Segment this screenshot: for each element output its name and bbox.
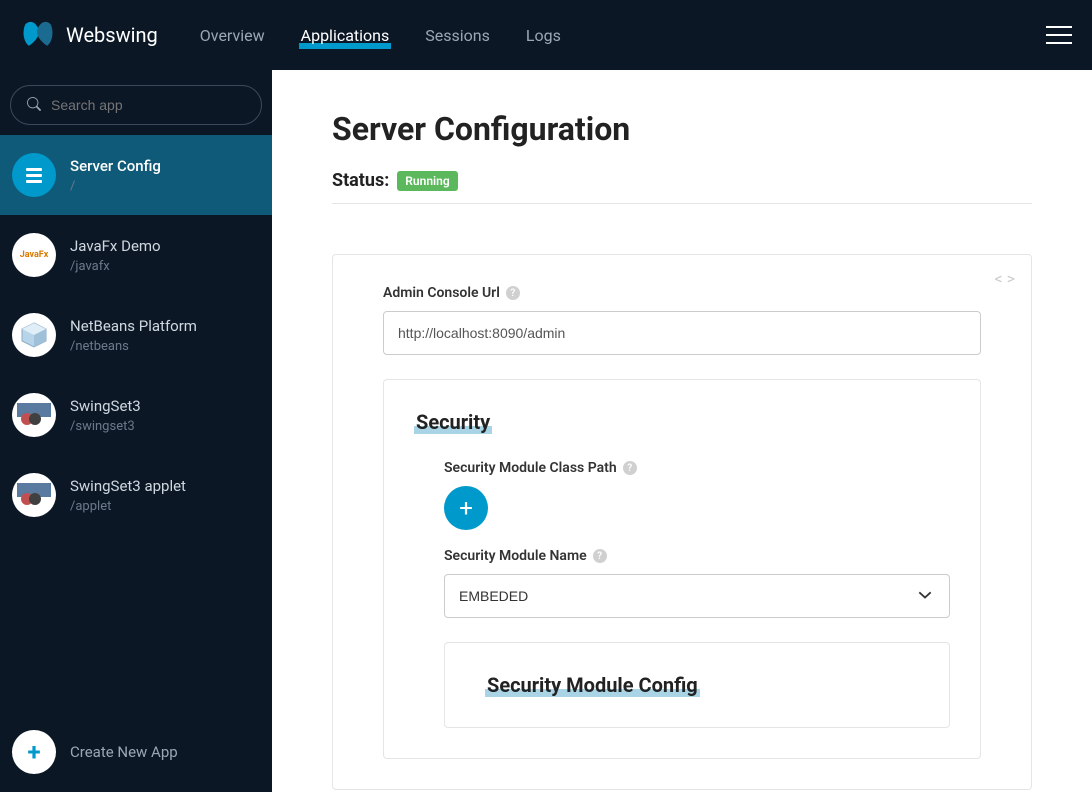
app-path: /	[70, 179, 161, 194]
security-module-config-section: Security Module Config	[444, 642, 950, 728]
security-module-name-select[interactable]	[444, 574, 950, 618]
app-name: SwingSet3	[70, 397, 141, 415]
admin-url-label: Admin Console Url ?	[383, 285, 981, 301]
create-new-label: Create New App	[70, 743, 178, 761]
status-label: Status:	[332, 170, 389, 191]
security-title: Security	[414, 410, 492, 434]
main-content: Server Configuration Status: Running < >…	[272, 70, 1092, 792]
nav-applications[interactable]: Applications	[299, 22, 392, 49]
app-path: /swingset3	[70, 419, 141, 434]
swingset3-applet-icon	[12, 473, 56, 517]
sidebar-item-swingset3-applet[interactable]: SwingSet3 applet /applet	[0, 455, 272, 535]
status-row: Status: Running	[332, 170, 1032, 204]
plus-icon: +	[12, 730, 56, 774]
server-icon	[12, 153, 56, 197]
help-icon[interactable]: ?	[593, 549, 607, 563]
netbeans-icon	[12, 313, 56, 357]
security-section: Security Security Module Class Path ? + …	[383, 379, 981, 759]
swingset3-icon	[12, 393, 56, 437]
topbar: Webswing Overview Applications Sessions …	[0, 0, 1092, 70]
sidebar: Server Config / JavaFx JavaFx Demo /java…	[0, 70, 272, 792]
add-classpath-button[interactable]: +	[444, 486, 488, 530]
sidebar-item-server-config[interactable]: Server Config /	[0, 135, 272, 215]
brand: Webswing	[20, 17, 158, 53]
app-path: /javafx	[70, 259, 161, 274]
create-new-app[interactable]: + Create New App	[0, 712, 272, 792]
sidebar-item-swingset3[interactable]: SwingSet3 /swingset3	[0, 375, 272, 455]
help-icon[interactable]: ?	[623, 461, 637, 475]
config-panel: < > Admin Console Url ? Security Securit…	[332, 254, 1032, 790]
app-path: /netbeans	[70, 339, 197, 354]
app-path: /applet	[70, 499, 186, 514]
sidebar-item-netbeans[interactable]: NetBeans Platform /netbeans	[0, 295, 272, 375]
nav-overview[interactable]: Overview	[198, 22, 267, 49]
security-module-name-label: Security Module Name ?	[444, 548, 950, 564]
javafx-icon: JavaFx	[12, 233, 56, 277]
menu-icon[interactable]	[1046, 26, 1072, 44]
security-module-config-title: Security Module Config	[485, 673, 700, 697]
top-nav: Overview Applications Sessions Logs	[198, 22, 563, 49]
app-list: Server Config / JavaFx JavaFx Demo /java…	[0, 135, 272, 712]
nav-logs[interactable]: Logs	[524, 22, 563, 49]
app-name: JavaFx Demo	[70, 237, 161, 255]
webswing-logo-icon	[20, 17, 56, 53]
app-name: SwingSet3 applet	[70, 477, 186, 495]
app-name: Server Config	[70, 157, 161, 175]
admin-url-input[interactable]	[383, 311, 981, 355]
app-name: NetBeans Platform	[70, 317, 197, 335]
brand-text: Webswing	[66, 23, 158, 47]
nav-sessions[interactable]: Sessions	[423, 22, 492, 49]
help-icon[interactable]: ?	[506, 286, 520, 300]
code-view-icon[interactable]: < >	[995, 269, 1015, 288]
search-icon	[27, 96, 41, 115]
search-input[interactable]	[51, 97, 245, 113]
search-app[interactable]	[10, 85, 262, 125]
status-badge: Running	[397, 171, 457, 191]
sidebar-item-javafx-demo[interactable]: JavaFx JavaFx Demo /javafx	[0, 215, 272, 295]
page-title: Server Configuration	[332, 110, 1032, 148]
security-classpath-label: Security Module Class Path ?	[444, 460, 950, 476]
